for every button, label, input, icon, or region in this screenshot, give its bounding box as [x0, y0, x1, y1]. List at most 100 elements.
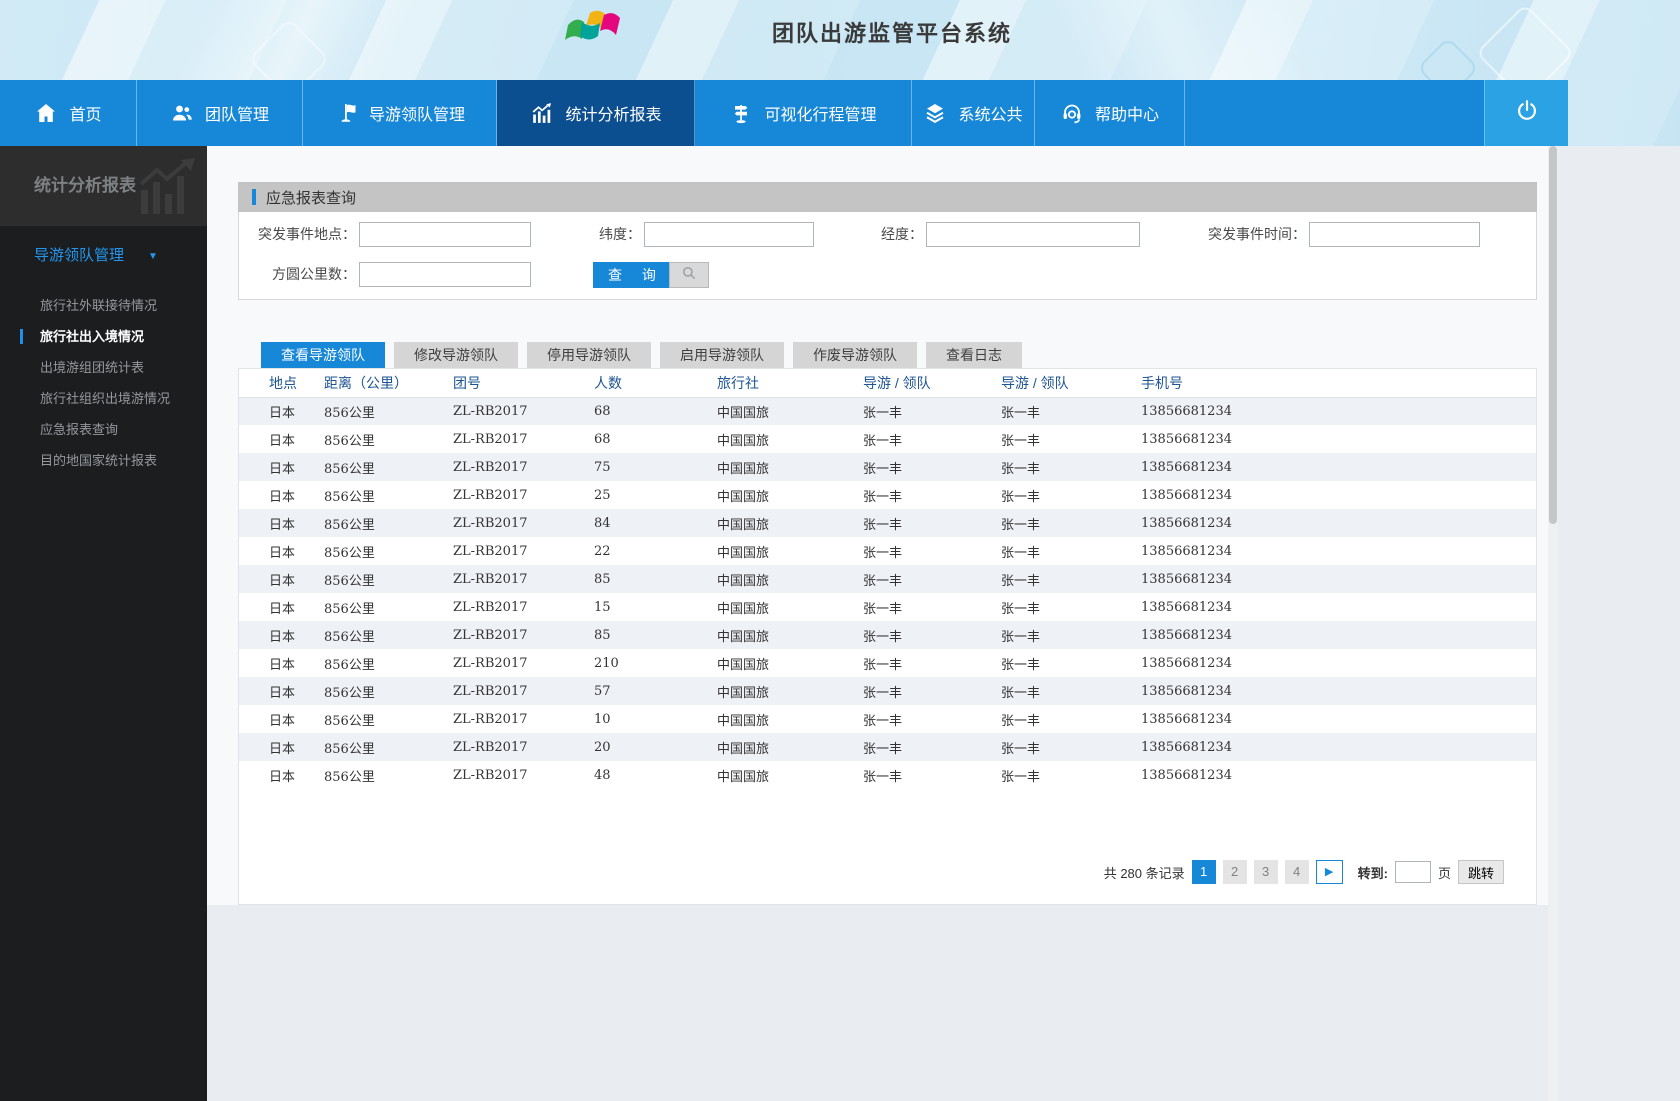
column-header-people-count: 人数 — [594, 369, 717, 398]
table-cell: 张一丰 — [1001, 629, 1041, 645]
page-button-4[interactable]: 4 — [1284, 860, 1309, 884]
sidebar-item-destination-country-stats[interactable]: 目的地国家统计报表 — [0, 445, 207, 476]
scrollbar-thumb[interactable] — [1549, 146, 1557, 524]
table-cell: ZL-RB2017 — [453, 571, 528, 587]
tab-void-guide-leader[interactable]: 作废导游领队 — [793, 342, 917, 368]
table-cell: 张一丰 — [863, 685, 903, 701]
goto-page-label: 转到: — [1357, 865, 1388, 881]
sidebar-item-agency-liaison[interactable]: 旅行社外联接待情况 — [0, 290, 207, 321]
table-cell: 856公里 — [324, 629, 375, 645]
goto-page-input[interactable] — [1394, 861, 1431, 883]
signpost-icon — [729, 101, 753, 125]
table-cell: 日本 — [269, 685, 296, 701]
nav-item-statistics-reports[interactable]: 统计分析报表 — [497, 80, 695, 146]
table-cell: ZL-RB2017 — [453, 459, 528, 475]
incident-location-input[interactable] — [359, 222, 531, 247]
nav-item-system-public[interactable]: 系统公共 — [912, 80, 1035, 146]
table-row: 日本 856公里 ZL-RB2017 48 中国国旅 张一丰 张一丰 13856681234 — [239, 761, 1536, 789]
table-cell: ZL-RB2017 — [453, 543, 528, 559]
nav-item-label: 系统公共 — [958, 107, 1023, 124]
table-cell: 日本 — [269, 769, 296, 785]
table-cell: 856公里 — [324, 545, 375, 561]
sidebar-group-guide-leader-management[interactable]: 导游领队管理 ▼ — [0, 240, 207, 272]
nav-item-team-management[interactable]: 团队管理 — [137, 80, 303, 146]
tab-disable-guide-leader[interactable]: 停用导游领队 — [527, 342, 651, 368]
table-cell: 中国国旅 — [717, 489, 770, 505]
table-cell: 856公里 — [324, 713, 375, 729]
table-cell: 13856681234 — [1141, 571, 1232, 587]
table-cell: ZL-RB2017 — [453, 711, 528, 727]
radius-km-label: 方圆公里数： — [272, 266, 356, 282]
tab-enable-guide-leader[interactable]: 启用导游领队 — [660, 342, 784, 368]
table-cell: 中国国旅 — [717, 601, 770, 617]
next-page-button[interactable]: ▶ — [1315, 860, 1343, 884]
table-cell: 张一丰 — [1001, 489, 1041, 505]
headset-icon — [1060, 101, 1084, 125]
table-cell: 张一丰 — [863, 461, 903, 477]
table-row: 日本 856公里 ZL-RB2017 25 中国国旅 张一丰 张一丰 13856681234 — [239, 481, 1536, 509]
nav-item-home[interactable]: 首页 — [0, 80, 137, 146]
radius-km-input[interactable] — [359, 262, 531, 287]
table-cell: 张一丰 — [1001, 741, 1041, 757]
table-cell: 13856681234 — [1141, 655, 1232, 671]
table-cell: 13856681234 — [1141, 599, 1232, 615]
table-cell: ZL-RB2017 — [453, 739, 528, 755]
tab-view-log[interactable]: 查看日志 — [926, 342, 1022, 368]
table-cell: 中国国旅 — [717, 713, 770, 729]
page-button-2[interactable]: 2 — [1222, 860, 1247, 884]
search-button[interactable]: 查 询 — [593, 262, 669, 288]
sidebar-item-agency-outbound-travel[interactable]: 旅行社组织出境游情况 — [0, 383, 207, 414]
page-button-3[interactable]: 3 — [1253, 860, 1278, 884]
table-row: 日本 856公里 ZL-RB2017 20 中国国旅 张一丰 张一丰 13856681234 — [239, 733, 1536, 761]
table-cell: 日本 — [269, 741, 296, 757]
nav-item-help-center[interactable]: 帮助中心 — [1035, 80, 1185, 146]
sidebar-item-outbound-group-stats[interactable]: 出境游组团统计表 — [0, 352, 207, 383]
incident-time-input[interactable] — [1309, 222, 1480, 247]
main-content: 应急报表查询 突发事件地点： 纬度： 经度： 突发事件时间： 方圆公里数： 查 … — [207, 146, 1680, 1101]
table-cell: 张一丰 — [1001, 545, 1041, 561]
table-cell: ZL-RB2017 — [453, 627, 528, 643]
table-cell: 中国国旅 — [717, 629, 770, 645]
table-cell: 13856681234 — [1141, 487, 1232, 503]
table-cell: 856公里 — [324, 433, 375, 449]
search-icon-button[interactable] — [669, 262, 709, 288]
tab-modify-guide-leader[interactable]: 修改导游领队 — [394, 342, 518, 368]
longitude-label: 经度： — [881, 226, 923, 242]
nav-item-guide-leader-management[interactable]: 导游领队管理 — [303, 80, 497, 146]
query-panel-title: 应急报表查询 — [266, 189, 357, 207]
table-cell: 中国国旅 — [717, 433, 770, 449]
jump-button[interactable]: 跳转 — [1457, 860, 1504, 884]
sidebar: 统计分析报表 导游领队管理 ▼ 旅行社外联接待情况 旅行社出入境情况 出境游组团… — [0, 146, 207, 1101]
table-cell: 日本 — [269, 657, 296, 673]
page-unit-label: 页 — [1437, 865, 1451, 881]
sidebar-item-agency-entry-exit[interactable]: 旅行社出入境情况 — [0, 321, 207, 352]
table-cell: ZL-RB2017 — [453, 767, 528, 783]
vertical-scrollbar[interactable] — [1548, 146, 1558, 1101]
table-cell: 中国国旅 — [717, 741, 770, 757]
table-cell: ZL-RB2017 — [453, 599, 528, 615]
guide-leader-table: 地点 距离（公里） 团号 人数 旅行社 导游 / 领队 导游 / 领队 手机号 … — [239, 369, 1536, 789]
table-cell: 日本 — [269, 573, 296, 589]
tab-view-guide-leader[interactable]: 查看导游领队 — [261, 342, 385, 368]
sidebar-group-label: 导游领队管理 — [34, 247, 125, 264]
table-cell: 张一丰 — [1001, 713, 1041, 729]
latitude-input[interactable] — [644, 222, 814, 247]
longitude-input[interactable] — [926, 222, 1140, 247]
incident-location-label: 突发事件地点： — [258, 226, 356, 242]
table-row: 日本 856公里 ZL-RB2017 68 中国国旅 张一丰 张一丰 13856681234 — [239, 397, 1536, 425]
table-cell: 68 — [594, 403, 611, 419]
table-cell: 张一丰 — [863, 517, 903, 533]
app-title: 团队出游监管平台系统 — [772, 21, 1013, 46]
column-header-guide-1: 导游 / 领队 — [863, 369, 1001, 398]
table-cell: 13856681234 — [1141, 459, 1232, 475]
table-header-row: 地点 距离（公里） 团号 人数 旅行社 导游 / 领队 导游 / 领队 手机号 — [239, 369, 1536, 398]
column-header-guide-2: 导游 / 领队 — [1001, 369, 1141, 398]
sidebar-item-emergency-report-query[interactable]: 应急报表查询 — [0, 414, 207, 445]
nav-item-visual-itinerary-management[interactable]: 可视化行程管理 — [695, 80, 912, 146]
logout-button[interactable] — [1484, 80, 1568, 146]
table-cell: 84 — [594, 515, 611, 531]
page-button-1[interactable]: 1 — [1191, 860, 1216, 884]
table-cell: 856公里 — [324, 461, 375, 477]
table-cell: 13856681234 — [1141, 515, 1232, 531]
